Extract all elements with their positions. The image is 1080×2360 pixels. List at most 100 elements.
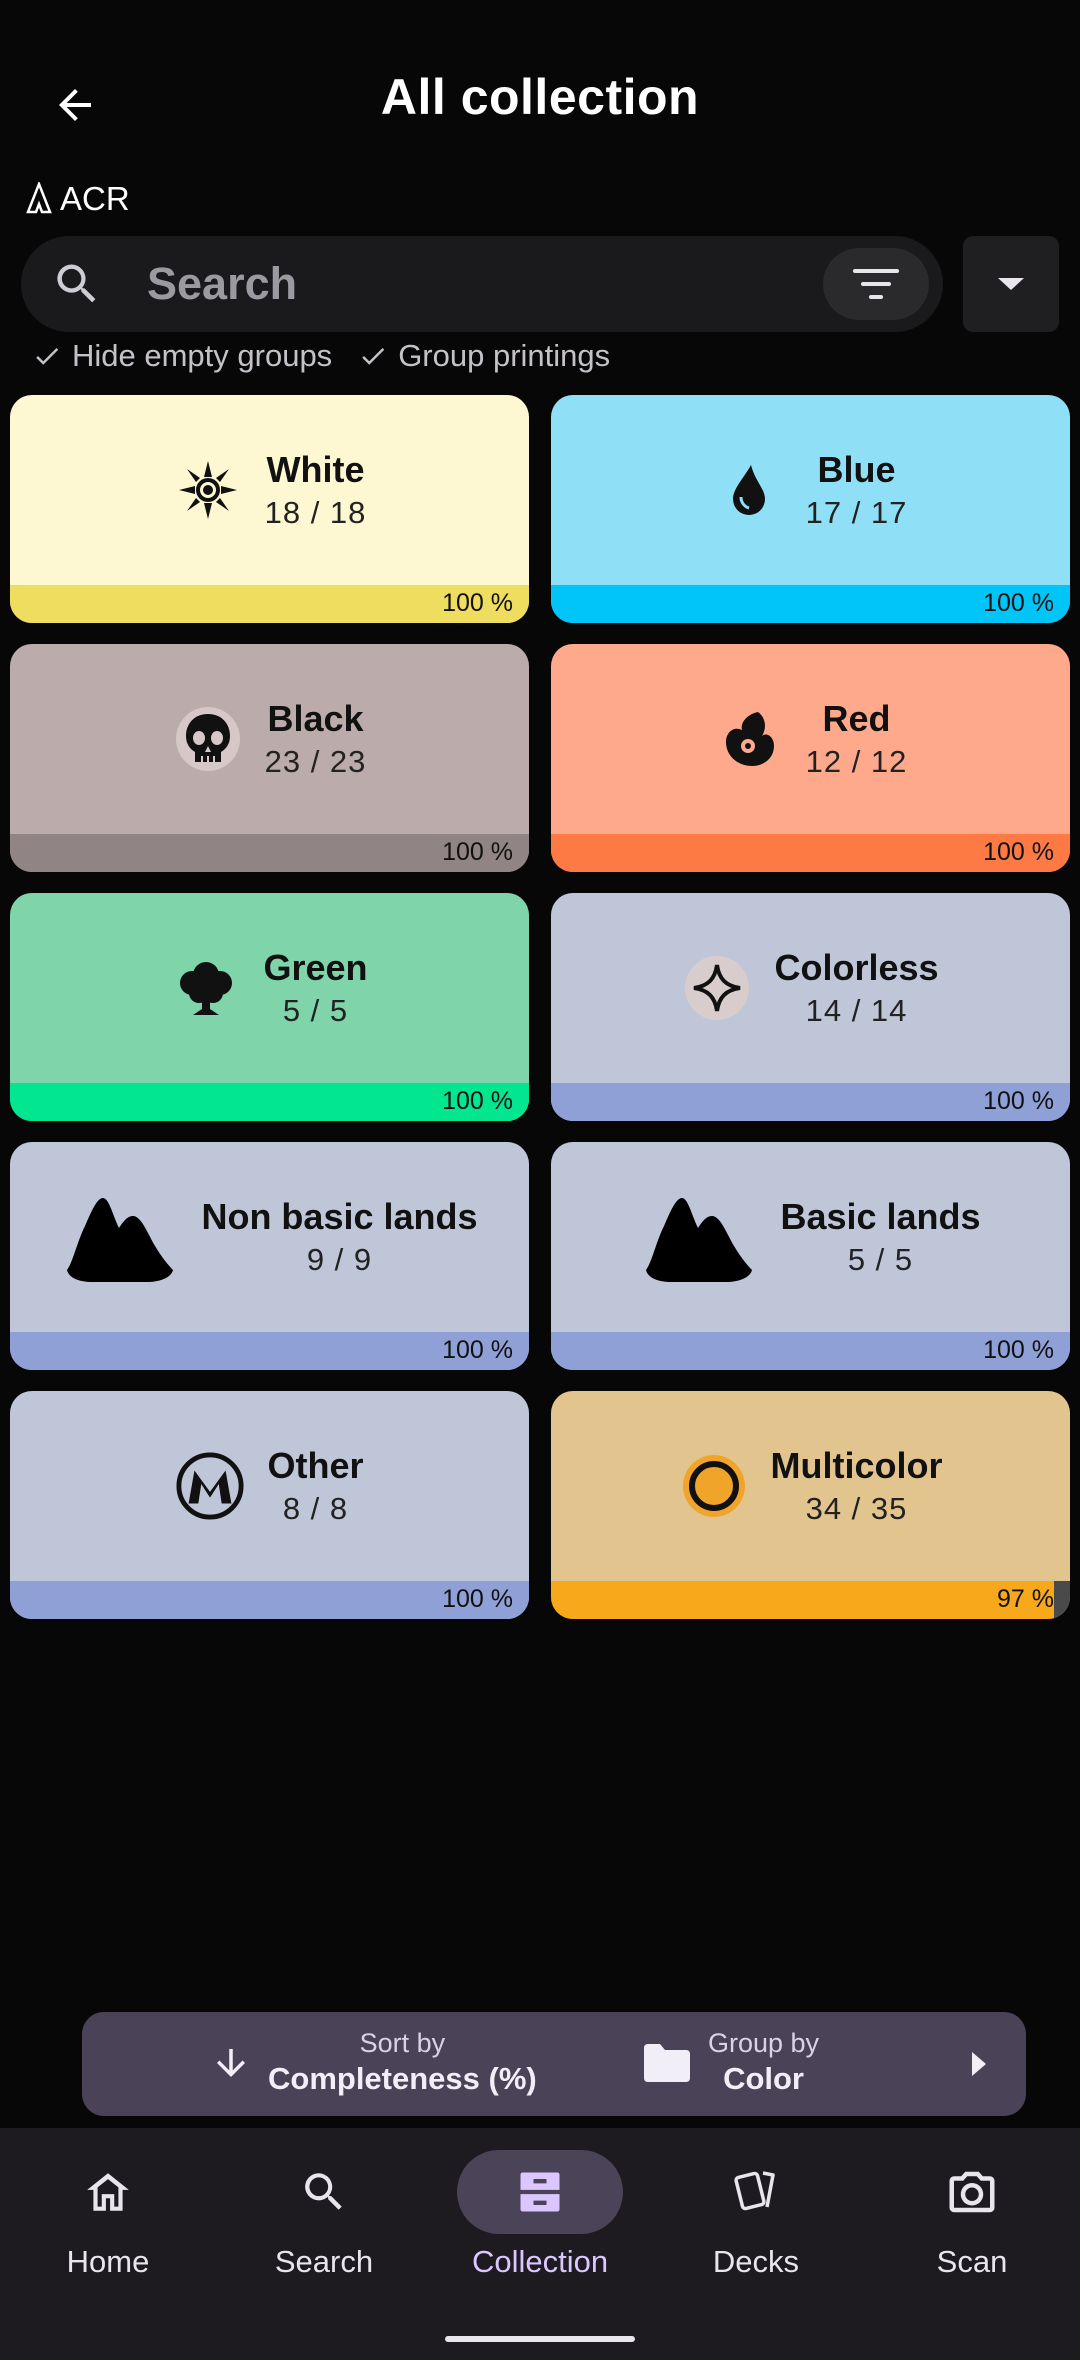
- group-card-black[interactable]: Black 23 / 23 100 %: [10, 644, 529, 872]
- progress-percent: 100 %: [442, 589, 513, 617]
- nav-label-scan: Scan: [936, 2244, 1008, 2279]
- progress-bar: 100 %: [10, 1581, 529, 1619]
- decks-icon: [734, 2171, 775, 2211]
- nav-label-decks: Decks: [712, 2244, 800, 2279]
- home-indicator: [445, 2336, 635, 2342]
- nav-label-collection: Collection: [471, 2244, 609, 2279]
- progress-bar: 100 %: [551, 585, 1070, 623]
- group-name: White: [266, 449, 365, 490]
- group-value: Color: [723, 2061, 804, 2096]
- group-card-colorless[interactable]: Colorless 14 / 14 100 %: [551, 893, 1070, 1121]
- progress-bar: 97 %: [551, 1581, 1070, 1619]
- red-mana-icon: [714, 704, 784, 774]
- progress-percent: 100 %: [983, 1087, 1054, 1115]
- black-mana-icon: [173, 704, 243, 774]
- group-name: Blue: [817, 449, 896, 490]
- nav-item-collection[interactable]: Collection: [432, 2150, 648, 2280]
- search-input[interactable]: [147, 250, 817, 318]
- search-bar[interactable]: [21, 236, 943, 332]
- progress-percent: 100 %: [983, 589, 1054, 617]
- other-icon: [175, 1451, 245, 1521]
- next-button[interactable]: [970, 2050, 988, 2083]
- group-name: Basic lands: [780, 1196, 981, 1237]
- chevron-right-icon: [972, 2052, 986, 2076]
- group-card-green[interactable]: Green 5 / 5 100 %: [10, 893, 529, 1121]
- progress-bar: 100 %: [10, 585, 529, 623]
- group-name: Colorless: [774, 947, 939, 988]
- sort-button[interactable]: Sort by Completeness (%): [210, 2028, 537, 2097]
- basic-land-icon: [640, 1187, 758, 1287]
- dropdown-button[interactable]: [963, 236, 1059, 332]
- progress-percent: 97 %: [997, 1585, 1054, 1613]
- progress-percent: 100 %: [442, 838, 513, 866]
- group-count: 18 / 18: [264, 495, 367, 530]
- set-code: ACR: [60, 180, 130, 217]
- page-title: All collection: [380, 69, 700, 125]
- group-count: 17 / 17: [805, 495, 908, 530]
- arrow-down-icon: [217, 2048, 245, 2077]
- group-printings-label: Group printings: [398, 338, 611, 373]
- group-count: 23 / 23: [264, 744, 367, 779]
- search-icon: [305, 2173, 342, 2210]
- nav-item-search[interactable]: Search: [216, 2150, 432, 2280]
- blue-mana-icon: [714, 455, 784, 525]
- group-count: 9 / 9: [306, 1242, 373, 1277]
- progress-percent: 100 %: [983, 1336, 1054, 1364]
- filter-button[interactable]: [823, 248, 929, 320]
- folder-icon: [644, 2043, 690, 2082]
- progress-fill: [551, 1581, 1055, 1619]
- group-card-other[interactable]: Other 8 / 8 100 %: [10, 1391, 529, 1619]
- hide-empty-groups-label: Hide empty groups: [72, 338, 333, 373]
- bottom-navigation: Home Search Collection Decks Scan: [0, 2128, 1080, 2360]
- view-options: Hide empty groups Group printings: [32, 338, 610, 374]
- search-icon: [57, 264, 96, 303]
- nav-item-home[interactable]: Home: [0, 2150, 216, 2280]
- group-count: 5 / 5: [847, 1242, 914, 1277]
- group-card-basic-lands[interactable]: Basic lands 5 / 5 100 %: [551, 1142, 1070, 1370]
- progress-bar: 100 %: [10, 1083, 529, 1121]
- group-card-white[interactable]: White 18 / 18 100 %: [10, 395, 529, 623]
- sort-value: Completeness (%): [268, 2061, 537, 2096]
- nav-item-scan[interactable]: Scan: [864, 2150, 1080, 2280]
- set-symbol-icon: [26, 182, 52, 214]
- progress-percent: 100 %: [442, 1087, 513, 1115]
- group-name: Non basic lands: [201, 1196, 478, 1237]
- progress-percent: 100 %: [442, 1336, 513, 1364]
- hide-empty-groups-option[interactable]: Hide empty groups: [32, 338, 332, 374]
- multicolor-icon: [679, 1451, 749, 1521]
- group-name: Multicolor: [770, 1445, 943, 1486]
- group-button[interactable]: Group by Color: [642, 2028, 819, 2097]
- nav-label-home: Home: [66, 2244, 150, 2279]
- group-card-red[interactable]: Red 12 / 12 100 %: [551, 644, 1070, 872]
- filter-icon: [853, 269, 899, 299]
- group-count: 34 / 35: [805, 1491, 908, 1526]
- sort-group-bar: Sort by Completeness (%) Group by Color: [82, 2012, 1026, 2116]
- group-name: Green: [263, 947, 368, 988]
- white-mana-icon: [173, 455, 243, 525]
- camera-icon: [949, 2171, 995, 2213]
- progress-percent: 100 %: [442, 1585, 513, 1613]
- progress-bar: 100 %: [10, 834, 529, 872]
- progress-bar: 100 %: [10, 1332, 529, 1370]
- progress-bar: 100 %: [551, 834, 1070, 872]
- group-count: 5 / 5: [282, 993, 349, 1028]
- set-indicator[interactable]: ACR: [24, 180, 130, 218]
- progress-bar: 100 %: [551, 1332, 1070, 1370]
- colorless-mana-icon: [682, 953, 752, 1023]
- group-count: 14 / 14: [805, 993, 908, 1028]
- check-icon: [362, 348, 385, 365]
- group-name: Other: [267, 1445, 364, 1486]
- group-card-multicolor[interactable]: Multicolor 34 / 35 97 %: [551, 1391, 1070, 1619]
- group-count: 8 / 8: [282, 1491, 349, 1526]
- group-name: Red: [822, 698, 891, 739]
- group-card-non-basic-lands[interactable]: Non basic lands 9 / 9 100 %: [10, 1142, 529, 1370]
- group-printings-option[interactable]: Group printings: [358, 338, 610, 374]
- group-label: Group by: [708, 2028, 820, 2058]
- group-name: Black: [267, 698, 364, 739]
- collection-icon: [520, 2172, 560, 2212]
- nav-item-decks[interactable]: Decks: [648, 2150, 864, 2280]
- group-card-blue[interactable]: Blue 17 / 17 100 %: [551, 395, 1070, 623]
- green-mana-icon: [171, 953, 241, 1023]
- progress-bar: 100 %: [551, 1083, 1070, 1121]
- nav-label-search: Search: [274, 2244, 374, 2279]
